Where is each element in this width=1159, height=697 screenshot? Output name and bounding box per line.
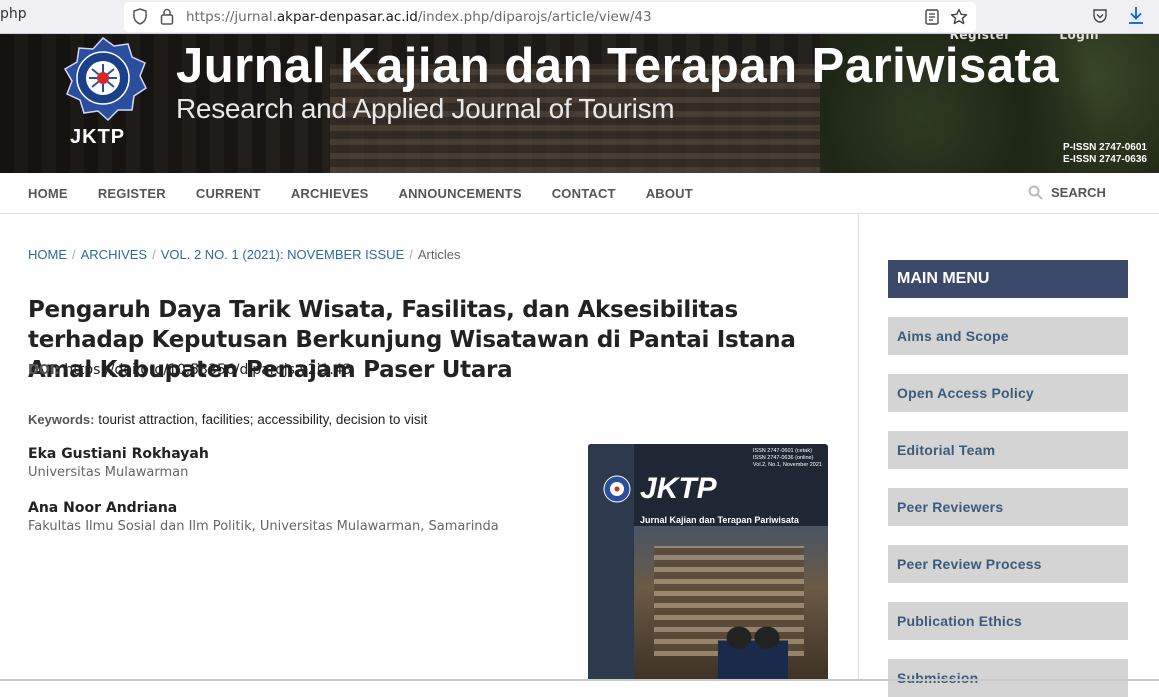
- cover-issn-line: ISSN 2747-0601 (cetak): [752, 448, 812, 454]
- breadcrumb: HOME / ARCHIVES / VOL. 2 NO. 1 (2021): NOVEM…: [28, 247, 460, 262]
- cover-people: [718, 619, 788, 681]
- journal-title: Jurnal Kajian dan Terapan Pariwisata: [176, 39, 1060, 93]
- breadcrumb-archives[interactable]: ARCHIVES: [81, 247, 147, 262]
- sidebar: MAIN MENU Aims and Scope Open Access Pol…: [888, 260, 1128, 697]
- author-affiliation: Universitas Mulawarman: [28, 465, 189, 480]
- url-text[interactable]: https://jurnal.akpar-denpasar.ac.id/inde…: [186, 9, 652, 25]
- author-affiliation: Fakultas Ilmu Sosial dan Ilm Politik, Un…: [28, 519, 499, 534]
- sidebar-item-publication-ethics[interactable]: Publication Ethics: [888, 602, 1128, 640]
- sidebar-item-open-access-policy[interactable]: Open Access Policy: [888, 374, 1128, 412]
- url-prefix: https://jurnal.: [186, 9, 277, 25]
- primary-nav: HOME REGISTER CURRENT ARCHIEVES ANNOUNCE…: [0, 173, 1159, 214]
- nav-item-register[interactable]: REGISTER: [98, 186, 166, 201]
- cover-issn-line: Vol.2, No.1, November 2021: [752, 462, 822, 468]
- author-entry: Ana Noor Andriana Fakultas Ilmu Sosial d…: [28, 500, 568, 534]
- breadcrumb-issue[interactable]: VOL. 2 NO. 1 (2021): NOVEMBER ISSUE: [161, 247, 404, 262]
- issn-print: P-ISSN 2747-0601: [1063, 142, 1147, 153]
- nav-item-archieves[interactable]: ARCHIEVES: [291, 186, 369, 201]
- address-bar[interactable]: https://jurnal.akpar-denpasar.ac.id/inde…: [124, 2, 976, 32]
- keywords-value: tourist attraction, facilities; accessib…: [98, 412, 428, 427]
- cover-logo-icon: [603, 475, 631, 503]
- reader-icon[interactable]: [925, 9, 939, 25]
- shield-icon[interactable]: [133, 8, 147, 25]
- breadcrumb-separator: /: [409, 247, 413, 262]
- sidebar-item-aims-and-scope[interactable]: Aims and Scope: [888, 317, 1128, 355]
- issn-online: E-ISSN 2747-0636: [1063, 154, 1147, 165]
- download-icon[interactable]: [1127, 5, 1145, 25]
- logo-abbreviation: JKTP: [70, 126, 126, 148]
- search-link[interactable]: SEARCH: [1028, 185, 1106, 200]
- issn-block: P-ISSN 2747-0601 E-ISSN 2747-0636: [1063, 142, 1147, 166]
- journal-logo-icon[interactable]: [52, 36, 154, 128]
- keywords-row: Keywords: tourist attraction, facilities…: [28, 412, 427, 427]
- nav-list: HOME REGISTER CURRENT ARCHIEVES ANNOUNCE…: [28, 186, 723, 201]
- breadcrumb-current: Articles: [417, 247, 461, 262]
- search-icon: [1028, 185, 1043, 200]
- journal-subtitle: Research and Applied Journal of Tourism: [176, 93, 675, 124]
- sidebar-item-submission[interactable]: Submission: [888, 659, 1128, 697]
- url-host: akpar-denpasar.ac.id: [276, 9, 418, 25]
- author-entry: Eka Gustiani Rokhayah Universitas Mulawa…: [28, 446, 568, 480]
- main-menu-heading: MAIN MENU: [888, 260, 1128, 298]
- browser-toolbar: php https://jurnal.akpar-denpasar.ac.id/…: [0, 0, 1159, 34]
- doi-label: DOI:: [28, 363, 60, 378]
- cover-subtitle: Jurnal Kajian dan Terapan Pariwisata: [640, 515, 799, 525]
- sidebar-item-editorial-team[interactable]: Editorial Team: [888, 431, 1128, 469]
- star-icon[interactable]: [950, 8, 968, 26]
- nav-item-about[interactable]: ABOUT: [646, 186, 693, 201]
- doi-row: DOI: https://doi.org/10.53356/diparojs.v…: [28, 362, 352, 378]
- breadcrumb-separator: /: [152, 247, 156, 262]
- nav-item-contact[interactable]: CONTACT: [552, 186, 616, 201]
- author-list: Eka Gustiani Rokhayah Universitas Mulawa…: [28, 446, 568, 554]
- cover-issn-line: ISSN 2747-0636 (online): [752, 455, 814, 461]
- nav-item-home[interactable]: HOME: [28, 186, 68, 201]
- search-label: SEARCH: [1051, 185, 1106, 200]
- login-link[interactable]: Login: [1059, 34, 1099, 42]
- sidebar-item-peer-reviewers[interactable]: Peer Reviewers: [888, 488, 1128, 526]
- site-header-banner: Register Login JKTP Jurnal Kajian dan Te…: [0, 34, 1159, 173]
- breadcrumb-home[interactable]: HOME: [28, 247, 67, 262]
- sidebar-item-peer-review-process[interactable]: Peer Review Process: [888, 545, 1128, 583]
- cover-issn: ISSN 2747-0601 (cetak) ISSN 2747-0636 (o…: [753, 448, 822, 469]
- lock-icon[interactable]: [160, 8, 174, 25]
- pocket-icon[interactable]: [1092, 8, 1108, 24]
- breadcrumb-separator: /: [72, 247, 76, 262]
- previous-tab-edge: php: [0, 6, 27, 22]
- issue-cover-image[interactable]: ISSN 2747-0601 (cetak) ISSN 2747-0636 (o…: [588, 444, 828, 681]
- doi-link[interactable]: https://doi.org/10.53356/diparojs.v2i1.4…: [64, 362, 351, 378]
- author-name: Ana Noor Andriana: [28, 500, 178, 516]
- author-name: Eka Gustiani Rokhayah: [28, 446, 209, 462]
- keywords-label: Keywords:: [28, 412, 95, 427]
- cover-title: JKTP: [640, 472, 717, 505]
- nav-item-announcements[interactable]: ANNOUNCEMENTS: [398, 186, 521, 201]
- nav-item-current[interactable]: CURRENT: [196, 186, 261, 201]
- url-path: /index.php/diparojs/article/view/43: [417, 9, 652, 25]
